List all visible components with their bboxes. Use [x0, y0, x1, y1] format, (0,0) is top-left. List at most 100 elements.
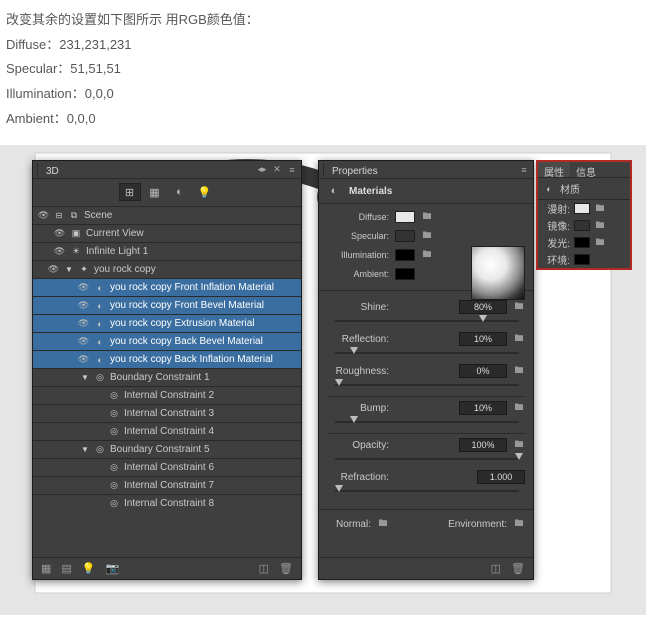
folder-icon[interactable]: 🖿	[513, 365, 525, 377]
ambient-swatch[interactable]	[395, 268, 415, 280]
material-label: you rock copy Back Bevel Material	[110, 336, 263, 347]
cn-glow-swatch[interactable]	[574, 237, 590, 248]
folder-icon[interactable]: 🖿	[421, 211, 433, 223]
folder-icon[interactable]: 🖿	[594, 220, 606, 232]
eye-icon[interactable]: 👁	[77, 300, 90, 311]
eye-icon[interactable]: 👁	[77, 282, 90, 293]
panel-3d-titlebar[interactable]: 3D ◂▸ ✕ ≡	[33, 161, 301, 179]
internal-constraint-row[interactable]: ◎Internal Constraint 7	[33, 477, 301, 494]
twirl-icon[interactable]: ⊟	[54, 211, 64, 220]
twirl-down-icon[interactable]: ▼	[80, 445, 90, 454]
internal-constraint-row[interactable]: ◎Internal Constraint 6	[33, 459, 301, 476]
bump-slider[interactable]	[335, 417, 519, 427]
material-row[interactable]: 👁◐you rock copy Front Bevel Material	[33, 297, 301, 314]
internal-constraint-row[interactable]: ◎Internal Constraint 4	[33, 423, 301, 440]
render-icon[interactable]: ▦	[41, 562, 51, 575]
folder-icon[interactable]: 🖿	[594, 203, 606, 215]
new-icon[interactable]: ◫	[259, 562, 269, 575]
eye-icon[interactable]: 👁	[77, 354, 90, 365]
tab-attributes[interactable]: 属性	[538, 162, 570, 177]
folder-icon[interactable]: 🖿	[513, 439, 525, 451]
cn-ambient-swatch[interactable]	[574, 254, 590, 265]
constraint-icon: ◎	[94, 372, 106, 384]
panel-properties: Properties ≡ ◐ Materials Diffuse: 🖿 Spec…	[318, 160, 534, 580]
filter-material-icon[interactable]: ◐	[169, 183, 191, 201]
refraction-slider[interactable]	[335, 486, 519, 496]
material-preview[interactable]	[471, 246, 525, 300]
panel-props-titlebar[interactable]: Properties ≡	[319, 161, 533, 179]
menu-icon[interactable]: ≡	[519, 165, 529, 175]
tab-info[interactable]: 信息	[570, 162, 602, 177]
folder-icon[interactable]: 🖿	[513, 333, 525, 345]
constraint-label: Internal Constraint 4	[124, 426, 214, 437]
roughness-value[interactable]: 0%	[459, 364, 507, 378]
camera-icon: ▣	[70, 228, 82, 240]
boundary-constraint-row[interactable]: ▼◎Boundary Constraint 1	[33, 369, 301, 386]
folder-icon[interactable]: 🖿	[513, 402, 525, 414]
eye-icon[interactable]: 👁	[77, 336, 90, 347]
twirl-down-icon[interactable]: ▼	[64, 265, 74, 274]
illumination-swatch[interactable]	[395, 249, 415, 261]
reflection-slider[interactable]	[335, 348, 519, 358]
new-icon[interactable]: ◫	[491, 562, 501, 575]
materials-icon: ◐	[325, 183, 343, 199]
close-icon[interactable]: ✕	[272, 165, 282, 175]
twirl-down-icon[interactable]: ▼	[80, 373, 90, 382]
material-row[interactable]: 👁◐you rock copy Back Bevel Material	[33, 333, 301, 350]
collapse-icon[interactable]: ◂▸	[257, 165, 267, 175]
cn-material-header: ◐ 材质	[538, 178, 630, 200]
menu-icon[interactable]: ≡	[287, 165, 297, 175]
current-view-row[interactable]: 👁 ▣ Current View	[33, 225, 301, 242]
delete-icon[interactable]: 🗑	[279, 562, 293, 575]
eye-icon[interactable]: 👁	[47, 264, 60, 275]
opacity-slider[interactable]	[335, 454, 519, 464]
specular-row: Specular: 🖿	[327, 226, 525, 245]
refraction-row: Refraction:1.000	[327, 470, 525, 484]
bump-value[interactable]: 10%	[459, 401, 507, 415]
diffuse-swatch[interactable]	[395, 211, 415, 223]
folder-icon[interactable]: 🖿	[377, 518, 389, 530]
refraction-value[interactable]: 1.000	[477, 470, 525, 484]
filter-scene-icon[interactable]: ⊞	[119, 183, 141, 201]
instruction-text: 改变其余的设置如下图所示 用RGB颜色值： Diffuse：231,231,23…	[0, 0, 646, 145]
scene-row[interactable]: 👁 ⊟ ⧉ Scene	[33, 207, 301, 224]
panel-chinese-properties: 属性 信息 ◐ 材质 漫射:🖿 镜像:🖿 发光:🖿 环境:	[536, 160, 632, 270]
filter-light-icon[interactable]: 💡	[194, 183, 216, 201]
infinite-light-row[interactable]: 👁 ☀ Infinite Light 1	[33, 243, 301, 260]
material-row[interactable]: 👁◐you rock copy Back Inflation Material	[33, 351, 301, 368]
material-row[interactable]: 👁◐you rock copy Front Inflation Material	[33, 279, 301, 296]
eye-icon[interactable]: 👁	[37, 210, 50, 221]
roughness-slider[interactable]	[335, 380, 519, 390]
shine-value[interactable]: 80%	[459, 300, 507, 314]
internal-constraint-row[interactable]: ◎Internal Constraint 2	[33, 387, 301, 404]
constraint-label: Internal Constraint 7	[124, 480, 214, 491]
cn-tabs: 属性 信息	[538, 162, 630, 178]
opacity-value[interactable]: 100%	[459, 438, 507, 452]
delete-icon[interactable]: 🗑	[511, 562, 525, 575]
shine-slider[interactable]	[335, 316, 519, 326]
eye-icon[interactable]: 👁	[77, 318, 90, 329]
boundary-constraint-row[interactable]: ▼◎Boundary Constraint 5	[33, 441, 301, 458]
filter-mesh-icon[interactable]: ▦	[144, 183, 166, 201]
folder-icon[interactable]: 🖿	[513, 301, 525, 313]
eye-icon[interactable]: 👁	[53, 246, 66, 257]
cn-material-label: 材质	[560, 181, 580, 196]
eye-icon[interactable]: 👁	[53, 228, 66, 239]
instr-illumination: Illumination：0,0,0	[6, 82, 640, 107]
you-rock-row[interactable]: 👁 ▼ ✦ you rock copy	[33, 261, 301, 278]
reflection-value[interactable]: 10%	[459, 332, 507, 346]
material-row[interactable]: 👁◐you rock copy Extrusion Material	[33, 315, 301, 332]
folder-icon[interactable]: 🖿	[421, 249, 433, 261]
internal-constraint-row[interactable]: ◎Internal Constraint 3	[33, 405, 301, 422]
material-label: you rock copy Front Bevel Material	[110, 300, 264, 311]
cn-specular-swatch[interactable]	[574, 220, 590, 231]
camera-new-icon[interactable]: 📷	[106, 562, 120, 575]
folder-icon[interactable]: 🖿	[594, 237, 606, 249]
specular-swatch[interactable]	[395, 230, 415, 242]
light-new-icon[interactable]: 💡	[82, 562, 96, 575]
folder-icon[interactable]: 🖿	[513, 518, 525, 530]
internal-constraint-row[interactable]: ◎Internal Constraint 8	[33, 495, 301, 512]
folder-icon[interactable]: 🖿	[421, 230, 433, 242]
cn-diffuse-swatch[interactable]	[574, 203, 590, 214]
ground-icon[interactable]: ▤	[61, 562, 71, 575]
